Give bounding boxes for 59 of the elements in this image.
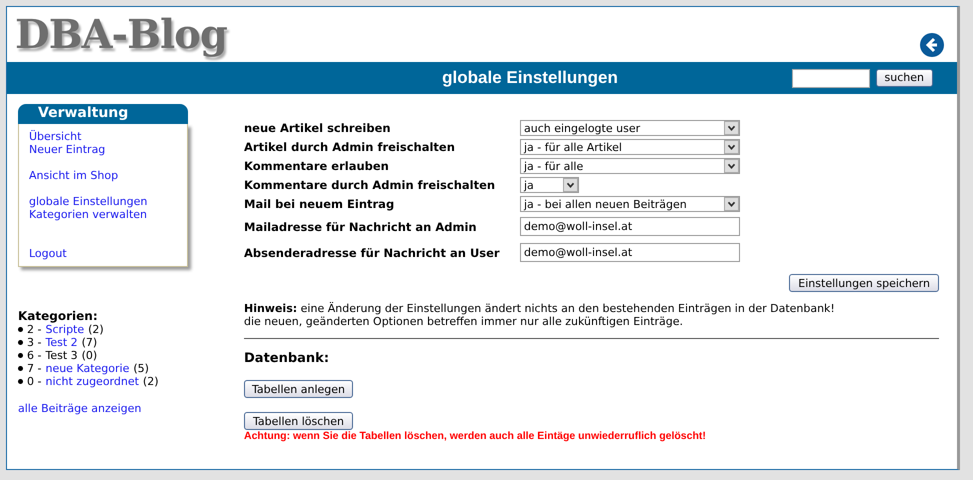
category-number: 6 - <box>27 349 42 362</box>
setting-label: neue Artikel schreiben <box>244 121 392 135</box>
bullet-icon <box>18 340 23 345</box>
dropdown[interactable]: ja - für alle <box>520 158 740 174</box>
notice-text: die neuen, geänderten Optionen betreffen immer nur alle zukünftigen Einträge. <box>244 315 684 328</box>
category-number: 0 - <box>27 375 42 388</box>
category-link[interactable]: neue Kategorie <box>45 362 130 375</box>
menu-link[interactable]: Logout <box>29 247 177 260</box>
menu-link[interactable]: globale Einstellungen <box>29 195 177 208</box>
category-link[interactable]: Scripte <box>45 323 84 336</box>
setting-label: Artikel durch Admin freischalten <box>244 140 456 154</box>
caret-icon <box>724 121 739 135</box>
bullet-icon <box>18 353 23 358</box>
category-number: 7 - <box>27 362 42 375</box>
category-count: (2) <box>88 323 104 336</box>
category-count: (5) <box>133 362 149 375</box>
bullet-icon <box>18 366 23 371</box>
menu-header: Verwaltung <box>18 104 188 124</box>
caret-icon <box>724 140 739 154</box>
page-title: globale Einstellungen <box>441 68 618 88</box>
setting-label: Mail bei neuem Eintrag <box>244 197 396 211</box>
bullet-icon <box>18 327 23 332</box>
category-number: 2 - <box>27 323 42 336</box>
input-field[interactable]: demo@woll-insel.at <box>520 217 740 236</box>
notice-text: Hinweis: eine Änderung der Einstellungen ändert nichts an den bestehenden Einträgen in der Datenbank! <box>244 302 836 315</box>
caret-icon <box>563 178 578 192</box>
category-link[interactable]: Test 2 <box>45 336 78 349</box>
setting-label: Absenderadresse für Nachricht an User <box>244 246 501 260</box>
category-count: (7) <box>82 336 98 349</box>
menu-link[interactable]: Neuer Eintrag <box>29 143 177 156</box>
bullet-icon <box>18 379 23 384</box>
menu-link[interactable]: Kategorien verwalten <box>29 208 177 221</box>
delete-tables-button[interactable]: Tabellen löschen <box>244 412 354 430</box>
categories-heading: Kategorien: <box>18 309 99 323</box>
menu-link[interactable]: Ansicht im Shop <box>29 169 177 182</box>
category-number: 3 - <box>27 336 42 349</box>
category-count: (2) <box>142 375 159 388</box>
all-posts-link[interactable]: alle Beiträge anzeigen <box>18 402 188 415</box>
caret-icon <box>724 197 739 211</box>
menu-link[interactable]: Übersicht <box>29 130 177 143</box>
category-count: (0) <box>82 349 98 362</box>
dropdown[interactable]: ja <box>520 177 579 193</box>
search-field[interactable] <box>792 68 870 88</box>
category-name: Test 3 <box>45 349 78 362</box>
dropdown[interactable]: ja - bei allen neuen Beiträgen <box>520 196 740 212</box>
category-link[interactable]: nicht zugeordnet <box>45 375 139 388</box>
dropdown[interactable]: auch eingelogte user <box>520 120 740 136</box>
setting-label: Mailadresse für Nachricht an Admin <box>244 220 478 234</box>
dropdown[interactable]: ja - für alle Artikel <box>520 139 740 155</box>
create-tables-button[interactable]: Tabellen anlegen <box>244 380 353 398</box>
caret-icon <box>724 159 739 173</box>
database-heading: Datenbank: <box>244 351 330 366</box>
input-field[interactable]: demo@woll-insel.at <box>520 243 740 262</box>
save-button[interactable]: Einstellungen speichern <box>789 274 939 292</box>
search-button[interactable]: suchen <box>876 68 933 86</box>
setting-label: Kommentare durch Admin freischalten <box>244 178 496 192</box>
logo: DBA-Blog <box>15 14 227 54</box>
setting-label: Kommentare erlauben <box>244 159 390 173</box>
warning-text: Achtung: wenn Sie die Tabellen löschen, werden auch alle Eintäge unwiederruflich gelöscht! <box>244 430 707 442</box>
